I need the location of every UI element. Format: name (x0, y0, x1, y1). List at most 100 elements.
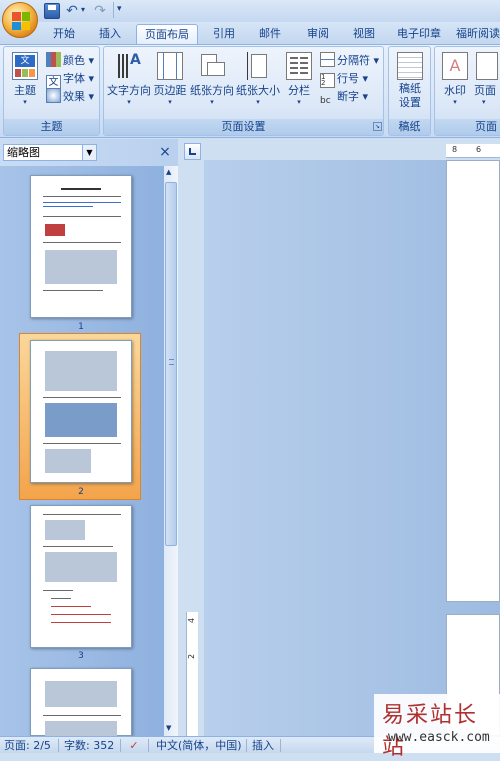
save-icon[interactable] (44, 3, 60, 19)
orientation-label: 纸张方向 (190, 84, 234, 97)
text-direction-icon: A (116, 52, 142, 80)
ruler-mark: 8 (452, 145, 458, 154)
fonts-button[interactable]: 文字体 ▾ (46, 70, 94, 90)
horizontal-ruler: 8 6 (446, 144, 500, 158)
chevron-down-icon: ▾ (453, 98, 457, 106)
columns-button[interactable]: 分栏 ▾ (283, 52, 315, 106)
qa-separator (113, 2, 114, 18)
tab-mailings[interactable]: 邮件 (250, 24, 290, 44)
hyphenation-button[interactable]: bc 断字 ▾ (320, 88, 368, 106)
chevron-down-icon: ▾ (210, 98, 214, 106)
scrollbar-thumb[interactable] (165, 182, 177, 546)
close-icon[interactable]: × (158, 144, 172, 160)
size-label: 纸张大小 (236, 84, 280, 97)
page-background-group-label: 页面 (435, 119, 500, 135)
thumbnail-page-number: 3 (78, 651, 84, 661)
dialog-launcher-icon[interactable]: ↘ (373, 122, 382, 131)
tab-view[interactable]: 视图 (344, 24, 384, 44)
site-watermark: 易采站长站 www.easck.com (374, 694, 500, 760)
tab-foxit-reader[interactable]: 福昕阅读 (456, 24, 500, 44)
tab-home[interactable]: 开始 (44, 24, 84, 44)
undo-icon[interactable]: ↶ (64, 3, 80, 19)
page-color-label: 页面 (474, 84, 496, 97)
columns-label: 分栏 (288, 84, 310, 97)
page-thumbnail-2[interactable] (30, 340, 132, 483)
chevron-down-icon: ▾ (168, 98, 172, 106)
effects-button[interactable]: 效果 ▾ (46, 88, 94, 106)
text-direction-button[interactable]: A 文字方向 ▾ (106, 52, 152, 106)
page-color-button[interactable]: 页面 ▾ (474, 52, 500, 106)
page-setup-group-label: 页面设置 (104, 119, 383, 135)
theme-group-label: 主题 (4, 119, 99, 135)
scroll-up-icon[interactable]: ▲ (166, 168, 171, 176)
watermark-button[interactable]: A 水印 ▾ (438, 52, 472, 106)
chevron-down-icon: ▾ (297, 98, 301, 106)
pane-view-select[interactable]: 缩略图 ▼ (3, 144, 97, 161)
watermark-icon: A (442, 52, 468, 80)
office-button[interactable] (2, 2, 38, 38)
line-numbers-label: 行号 (337, 72, 359, 85)
proofing-icon[interactable]: ✓ (126, 738, 142, 753)
page-count-status[interactable]: 页面: 2/5 (4, 738, 51, 753)
effects-label: 效果 (63, 90, 85, 103)
text-direction-label: 文字方向 (107, 84, 151, 97)
theme-icon: 文 (12, 52, 38, 80)
language-status[interactable]: 中文(简体，中国) (156, 738, 242, 753)
page-thumbnail-4[interactable] (30, 668, 132, 737)
vertical-ruler-page: 4 2 (186, 612, 198, 736)
page-thumbnail-1[interactable] (30, 175, 132, 318)
draft-paper-settings-label: 稿纸设置 (399, 82, 421, 109)
breaks-icon (320, 52, 335, 67)
thumbnail-page-number: 1 (78, 322, 84, 332)
undo-dropdown-icon[interactable]: ▾ (81, 5, 85, 14)
watermark-label: 水印 (444, 84, 466, 97)
line-numbers-button[interactable]: 1 2 行号 ▾ (320, 70, 368, 88)
pane-view-select-value: 缩略图 (7, 146, 40, 159)
word-count-status[interactable]: 字数: 352 (64, 738, 114, 753)
orientation-icon (199, 52, 225, 80)
customize-quick-access-icon[interactable]: ▾ (117, 4, 122, 14)
draft-paper-settings-button[interactable]: 稿纸设置 (391, 52, 429, 110)
chevron-down-icon: ▾ (256, 98, 260, 106)
chevron-down-icon: ▾ (23, 98, 27, 106)
draft-paper-icon (397, 52, 423, 80)
tab-references[interactable]: 引用 (204, 24, 244, 44)
chevron-down-icon: ▾ (127, 98, 131, 106)
orientation-button[interactable]: 纸张方向 ▾ (189, 52, 235, 106)
watermark-url: www.easck.com (388, 730, 490, 745)
line-numbers-icon: 12 (320, 73, 335, 88)
thumbnail-page-number: 2 (78, 487, 84, 497)
draft-paper-group-label: 稿纸 (389, 119, 430, 135)
ruler-mark: 2 (187, 653, 197, 660)
tab-e-seal[interactable]: 电子印章 (390, 24, 448, 44)
scroll-down-icon[interactable]: ▼ (166, 724, 171, 732)
watermark-title: 易采站长站 (382, 703, 479, 760)
page-color-icon (476, 52, 498, 80)
tab-insert[interactable]: 插入 (90, 24, 130, 44)
theme-button[interactable]: 文 主题 ▾ (8, 52, 42, 106)
columns-icon (286, 52, 312, 80)
page-thumbnail-3[interactable] (30, 505, 132, 648)
insert-mode-status[interactable]: 插入 (252, 738, 274, 753)
ruler-mark: 6 (476, 145, 482, 154)
hyphenation-icon: bc (320, 96, 331, 106)
document-page[interactable] (446, 160, 500, 602)
size-button[interactable]: 纸张大小 ▾ (235, 52, 281, 106)
theme-button-label: 主题 (14, 84, 36, 97)
colors-button[interactable]: 颜色 ▾ (46, 52, 94, 70)
redo-icon[interactable]: ↷ (92, 3, 108, 19)
colors-label: 颜色 (63, 54, 85, 67)
breaks-button[interactable]: 分隔符 ▾ (320, 52, 379, 70)
margins-button[interactable]: 页边距 ▾ (152, 52, 188, 106)
margins-label: 页边距 (153, 84, 187, 97)
hyphenation-label: 断字 (337, 90, 359, 103)
tab-page-layout[interactable]: 页面布局 (136, 24, 198, 44)
paper-size-icon (245, 52, 271, 80)
ruler-mark: 4 (187, 617, 197, 624)
office-logo-icon (12, 12, 30, 30)
margins-icon (157, 52, 183, 80)
chevron-down-icon: ▾ (482, 98, 486, 106)
ruler-tab-selector[interactable] (184, 143, 201, 160)
effects-icon (46, 88, 61, 103)
tab-review[interactable]: 审阅 (296, 24, 340, 44)
